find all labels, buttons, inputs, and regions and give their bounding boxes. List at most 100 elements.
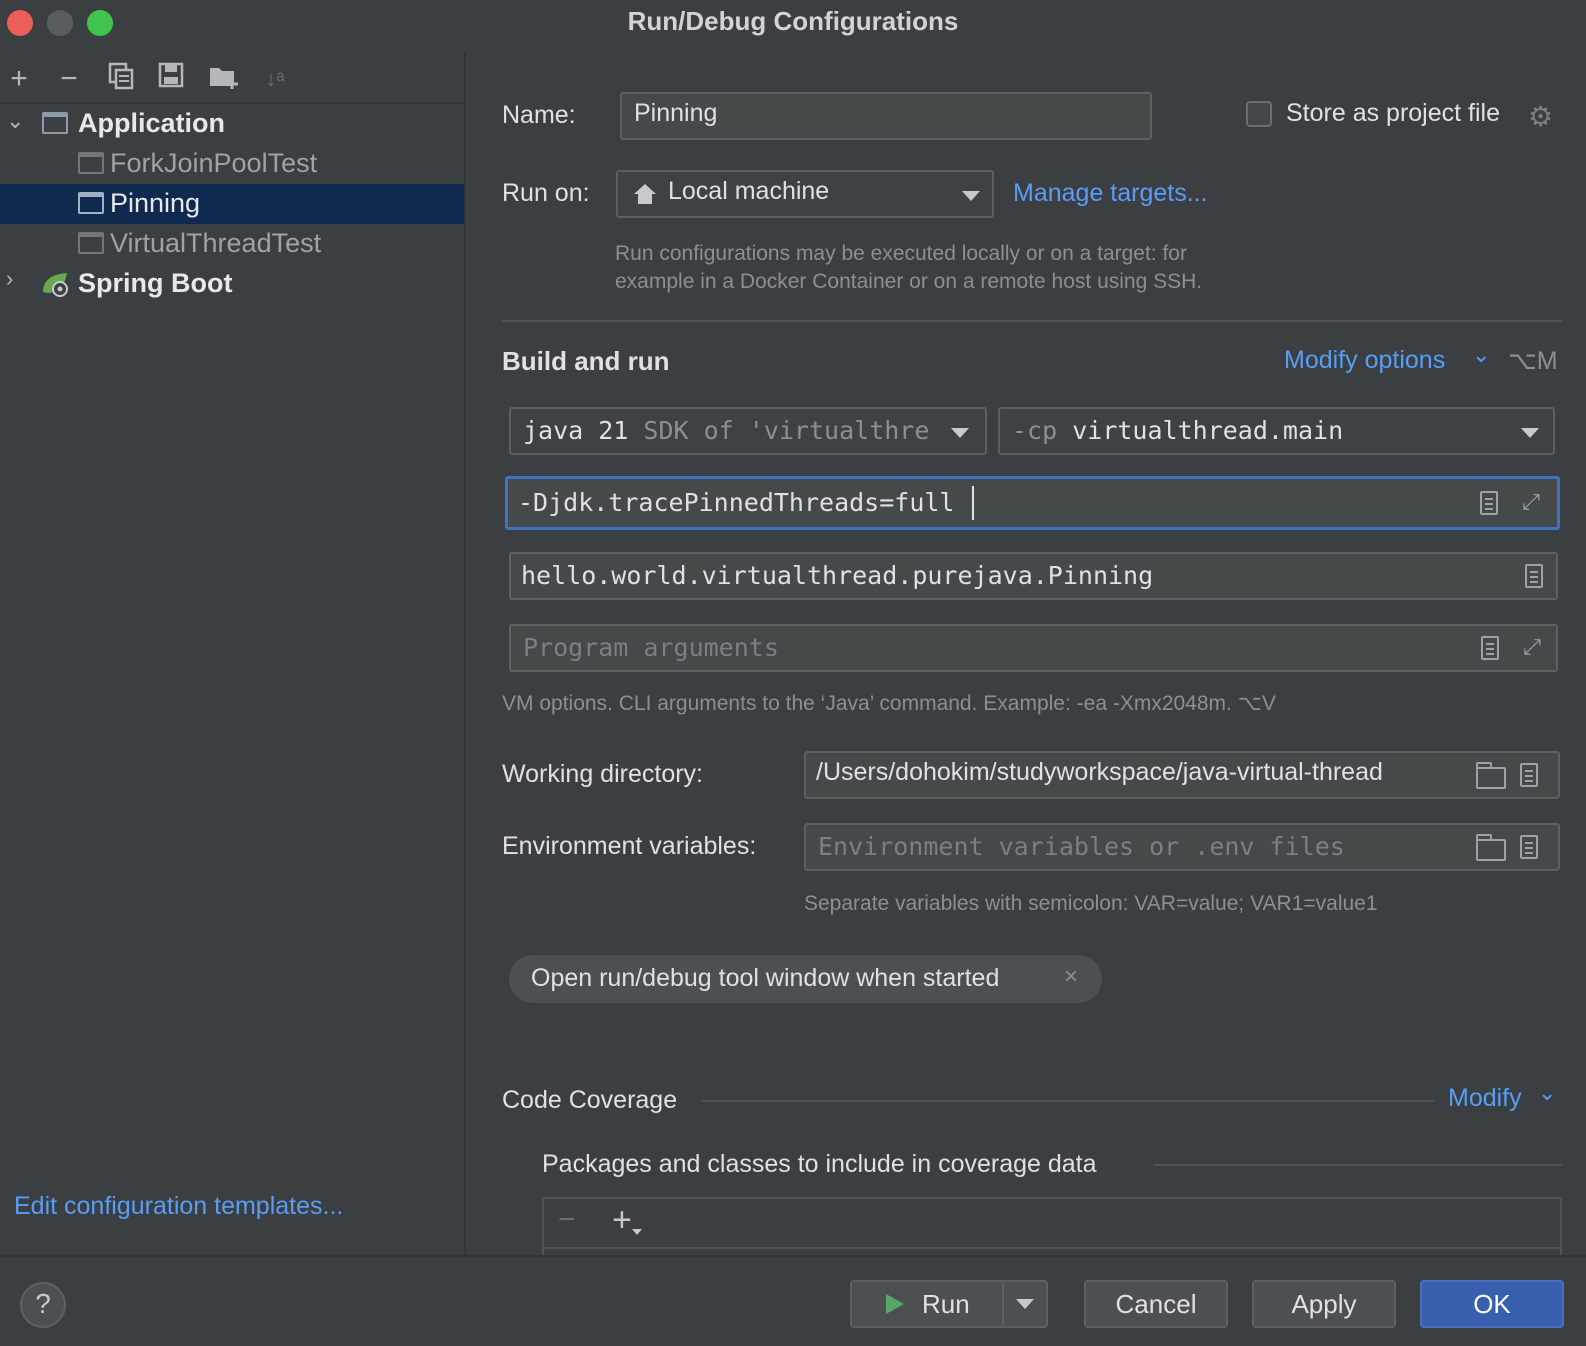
chevron-down-icon[interactable]: ⌄ [6,108,26,134]
apply-button[interactable]: Apply [1252,1280,1396,1328]
code-coverage-title: Code Coverage [502,1086,678,1114]
insert-macro-icon[interactable] [1480,491,1498,515]
tree-label-application: Application [78,108,225,138]
chevron-down-icon [962,191,980,201]
jdk-dropdown[interactable]: java 21 SDK of 'virtualthre [509,407,987,455]
main-class-input[interactable]: hello.world.virtualthread.purejava.Pinni… [509,552,1558,600]
run-on-hint-line2: example in a Docker Container or on a re… [615,270,1203,293]
classpath-dropdown[interactable]: -cp virtualthread.main [998,407,1555,455]
tree-group-spring-boot[interactable]: › Spring Boot [0,264,464,304]
program-arguments-input[interactable]: Program arguments ⤢ [509,624,1558,672]
tree-label-pinning: Pinning [110,188,201,218]
ok-button[interactable]: OK [1420,1280,1564,1328]
tree-label-forkjoinpooltest: ForkJoinPoolTest [110,148,318,178]
store-as-project-file-checkbox[interactable] [1246,101,1272,127]
copy-icon[interactable] [106,62,136,96]
run-on-label: Run on: [502,179,590,207]
store-as-project-file-label: Store as project file [1286,99,1500,127]
help-button[interactable]: ? [20,1282,66,1328]
environment-variables-input[interactable]: Environment variables or .env files [804,823,1560,871]
expand-icon[interactable]: ⤢ [1518,489,1544,515]
chevron-down-icon [632,1229,642,1235]
working-directory-input[interactable]: /Users/dohokim/studyworkspace/java-virtu… [804,751,1560,799]
tree-item-forkjoinpooltest[interactable]: ForkJoinPoolTest [0,144,464,184]
environment-variables-hint: Separate variables with semicolon: VAR=v… [804,892,1378,915]
list-divider [544,1247,1560,1249]
chip-label: Open run/debug tool window when started [531,964,1000,992]
run-button-group: Run [850,1280,1048,1328]
remove-icon[interactable]: − [54,62,84,96]
main-class-value: hello.world.virtualthread.purejava.Pinni… [521,561,1154,590]
application-icon [78,192,104,214]
manage-targets-link[interactable]: Manage targets... [1013,179,1208,208]
open-tool-window-chip[interactable]: Open run/debug tool window when started … [509,955,1102,1003]
tree-item-pinning[interactable]: Pinning [0,184,464,224]
gear-icon[interactable]: ⚙ [1528,100,1553,133]
insert-macro-icon[interactable] [1481,636,1499,660]
save-icon[interactable] [156,62,186,96]
program-arguments-placeholder: Program arguments [523,633,779,662]
spring-boot-icon [43,273,68,297]
modify-link[interactable]: Modify [1448,1084,1522,1113]
environment-variables-label: Environment variables: [502,832,757,860]
browse-class-icon[interactable] [1525,564,1543,588]
vm-options-value: -Djdk.tracePinnedThreads=full [518,488,955,517]
remove-icon[interactable]: − [558,1203,576,1237]
configurations-sidebar: + − ↓ᵃ ⌄ Application ForkJoinPoolTest Pi… [0,52,466,1255]
sort-icon[interactable]: ↓ᵃ [260,62,290,96]
folder-icon[interactable] [1476,762,1506,789]
application-icon [78,232,104,254]
close-icon[interactable]: × [1064,963,1078,991]
cancel-button[interactable]: Cancel [1084,1280,1228,1328]
cp-module: virtualthread.main [1072,416,1344,445]
new-folder-icon[interactable] [208,62,238,96]
modify-options-link[interactable]: Modify options [1284,346,1445,375]
tree-label-virtualthreadtest: VirtualThreadTest [110,228,322,258]
classpath-value: -cp virtualthread.main [1012,416,1343,445]
environment-variables-placeholder: Environment variables or .env files [818,832,1345,861]
run-on-hint-line1: Run configurations may be executed local… [615,242,1187,265]
code-coverage-divider [702,1100,1434,1102]
chevron-down-icon [1016,1299,1034,1309]
name-value: Pinning [634,99,718,127]
run-button[interactable]: Run [852,1282,1002,1326]
name-label: Name: [502,101,576,129]
tree-group-application[interactable]: ⌄ Application [0,104,464,144]
title-bar: Run/Debug Configurations [0,0,1586,48]
edit-configuration-templates-link[interactable]: Edit configuration templates... [14,1192,343,1221]
folder-icon[interactable] [1476,834,1506,861]
jdk-value: java 21 SDK of 'virtualthre [523,416,933,445]
chevron-down-icon [951,428,969,438]
application-icon [42,112,68,134]
tree-label-spring-boot: Spring Boot [78,268,233,298]
run-options-button[interactable] [1004,1282,1046,1326]
chevron-down-icon[interactable]: ⌄ [1472,342,1490,368]
packages-label: Packages and classes to include in cover… [542,1150,1097,1178]
packages-divider [1154,1164,1562,1166]
section-divider [502,320,1562,322]
working-directory-label: Working directory: [502,760,703,788]
add-icon[interactable]: + [4,62,34,96]
vm-options-input[interactable]: -Djdk.tracePinnedThreads=full ⤢ [505,476,1560,530]
cp-prefix: -cp [1012,416,1058,445]
application-icon [78,152,104,174]
add-icon[interactable]: + [612,1201,632,1240]
build-and-run-title: Build and run [502,346,670,376]
jdk-main: java 21 [523,416,629,445]
packages-list: − + [542,1197,1562,1255]
run-on-dropdown[interactable]: Local machine [616,170,994,218]
modify-options-shortcut: ⌥M [1508,347,1558,375]
play-icon [886,1294,904,1314]
run-on-value: Local machine [668,177,830,205]
insert-macro-icon[interactable] [1520,763,1538,787]
chevron-down-icon[interactable]: ⌄ [1538,1080,1556,1106]
tree-item-virtualthreadtest[interactable]: VirtualThreadTest [0,224,464,264]
edit-variables-icon[interactable] [1520,835,1538,859]
name-input[interactable]: Pinning [620,92,1152,140]
expand-icon[interactable]: ⤢ [1519,634,1545,660]
home-icon [634,184,656,204]
chevron-right-icon[interactable]: › [6,266,26,292]
vm-options-hint: VM options. CLI arguments to the ‘Java’ … [502,692,1276,715]
chevron-down-icon [1521,428,1539,438]
text-cursor [972,486,974,520]
